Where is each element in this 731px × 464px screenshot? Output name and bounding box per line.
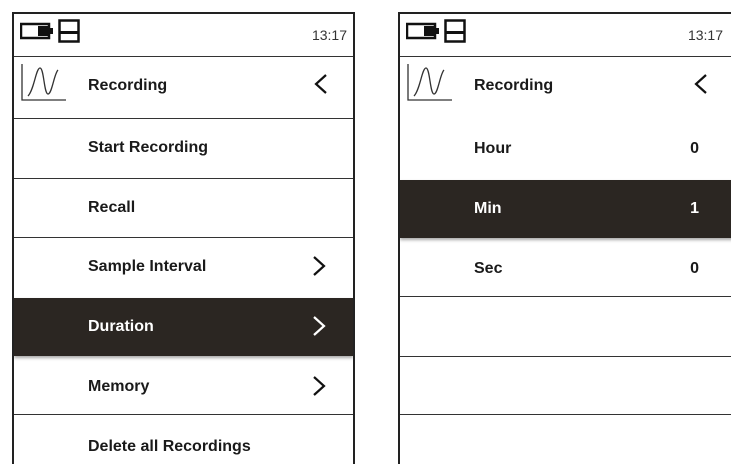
menu-item-start-recording[interactable]: Start Recording	[14, 119, 353, 177]
menu-header: Recording	[400, 56, 731, 114]
page-title: Recording	[474, 77, 554, 94]
chevron-right-icon	[313, 316, 326, 336]
chevron-right-icon	[313, 376, 326, 396]
menu-item-duration[interactable]: Duration	[14, 298, 353, 356]
recording-menu-screen: 13:17 Recording Start Recording Recall S…	[12, 12, 355, 464]
waveform-icon	[407, 64, 452, 101]
setting-label: Min	[474, 200, 502, 217]
setting-row-min[interactable]: Min 1	[400, 180, 731, 238]
setting-row-hour[interactable]: Hour 0	[400, 120, 731, 178]
menu-header: Recording	[14, 56, 353, 114]
menu-item-label: Duration	[88, 318, 154, 335]
menu-item-label: Start Recording	[88, 139, 209, 156]
setting-label: Sec	[474, 260, 503, 277]
page-title: Recording	[88, 77, 168, 94]
chevron-left-icon[interactable]	[691, 72, 711, 96]
setting-value[interactable]: 1	[690, 200, 699, 218]
menu-item-label: Recall	[88, 199, 136, 216]
setting-value[interactable]: 0	[690, 260, 699, 278]
waveform-icon	[21, 64, 66, 101]
setting-value[interactable]: 0	[690, 140, 699, 158]
chevron-right-icon	[313, 256, 326, 276]
menu-item-memory[interactable]: Memory	[14, 358, 353, 416]
menu-item-delete-all-recordings[interactable]: Delete all Recordings	[14, 418, 353, 464]
menu-item-sample-interval[interactable]: Sample Interval	[14, 238, 353, 296]
battery-icon	[406, 22, 439, 40]
menu-item-label: Delete all Recordings	[88, 438, 251, 455]
battery-icon	[20, 22, 53, 40]
status-bar: 13:17	[400, 14, 731, 56]
menu-item-recall[interactable]: Recall	[14, 179, 353, 237]
setting-row-sec[interactable]: Sec 0	[400, 240, 731, 298]
save-icon	[58, 19, 80, 43]
duration-settings-screen: 13:17 Recording Hour 0 Min 1 Sec 0	[398, 12, 731, 464]
clock: 13:17	[311, 27, 347, 43]
setting-label: Hour	[474, 140, 512, 157]
menu-item-label: Memory	[88, 378, 150, 395]
status-bar: 13:17	[14, 14, 353, 56]
menu-item-label: Sample Interval	[88, 258, 207, 275]
chevron-left-icon[interactable]	[311, 72, 331, 96]
clock: 13:17	[687, 27, 723, 43]
save-icon	[444, 19, 466, 43]
